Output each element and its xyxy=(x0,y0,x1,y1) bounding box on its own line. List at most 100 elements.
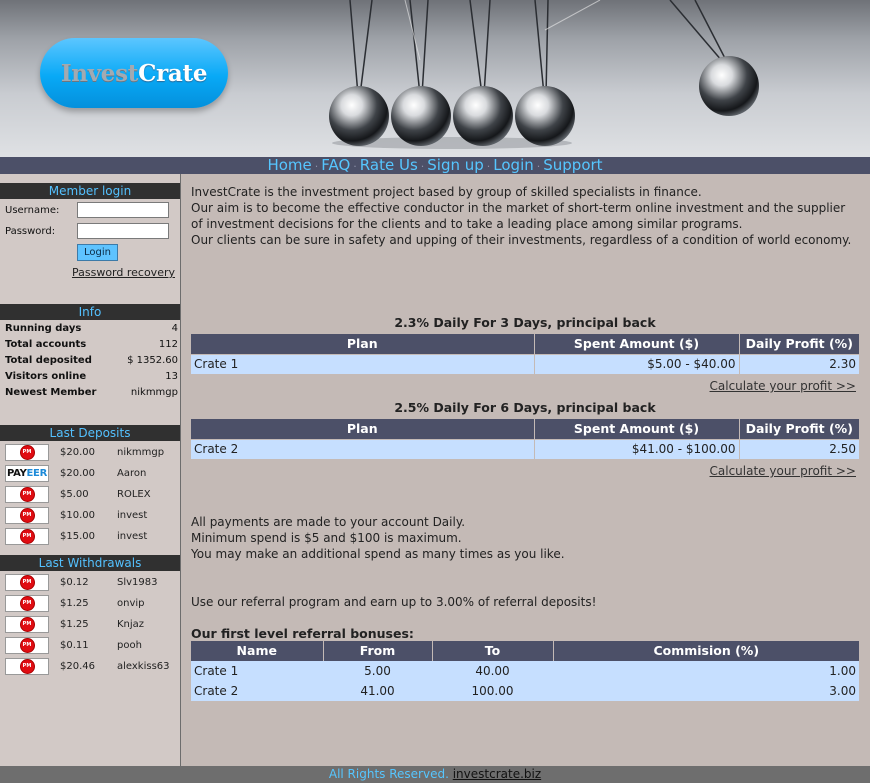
table-row: Crate 2 41.00 100.00 3.00 xyxy=(191,681,859,701)
info-value: $ 1352.60 xyxy=(127,355,178,366)
referral-title: Our first level referral bonuses: xyxy=(191,626,414,641)
withdrawal-row: PM $1.25 Knjaz xyxy=(5,616,180,637)
username-label: Username: xyxy=(5,205,60,216)
info-label: Visitors online xyxy=(5,371,87,382)
referral-to-cell: 100.00 xyxy=(432,681,553,701)
column-header: Commision (%) xyxy=(553,641,859,661)
payeer-icon: PAYEER xyxy=(5,465,49,482)
referral-name-cell: Crate 1 xyxy=(191,661,323,681)
nav-faq[interactable]: FAQ xyxy=(321,156,350,174)
info-row-running-days: Running days 4 xyxy=(5,321,178,337)
nav-support[interactable]: Support xyxy=(543,156,602,174)
info-row-total-deposited: Total deposited $ 1352.60 xyxy=(5,353,178,369)
plan-name-cell: Crate 2 xyxy=(191,438,535,459)
nav-separator: · xyxy=(536,160,541,173)
perfect-money-icon: PM xyxy=(5,616,49,633)
perfect-money-icon: PM xyxy=(5,528,49,545)
plan-name-cell: Crate 1 xyxy=(191,353,535,374)
perfect-money-icon: PM xyxy=(5,444,49,461)
nav-home[interactable]: Home xyxy=(267,156,311,174)
referral-table: Name From To Commision (%) Crate 1 5.00 … xyxy=(191,641,859,701)
payment-info-line: All payments are made to your account Da… xyxy=(191,515,466,529)
pm-badge: PM xyxy=(20,639,34,652)
intro-line: InvestCrate is the investment project ba… xyxy=(191,185,702,199)
logo-text-crate: Crate xyxy=(138,59,208,87)
info-value: 13 xyxy=(165,371,178,382)
nav-login[interactable]: Login xyxy=(493,156,533,174)
username-input[interactable] xyxy=(77,202,169,218)
referral-from-cell: 5.00 xyxy=(323,661,432,681)
deposit-row: PM $10.00 invest xyxy=(5,507,180,528)
deposit-amount: $20.00 xyxy=(60,468,95,479)
deposit-amount: $15.00 xyxy=(60,531,95,542)
calculate-profit-link[interactable]: Calculate your profit >> xyxy=(710,378,856,394)
login-button[interactable]: Login xyxy=(77,244,118,261)
top-navigation: Home · FAQ · Rate Us · Sign up · Login · Support xyxy=(0,157,870,174)
pm-badge: PM xyxy=(20,597,34,610)
plan-table-header: Plan Spent Amount ($) Daily Profit (%) xyxy=(191,419,859,439)
password-input[interactable] xyxy=(77,223,169,239)
deposit-user: ROLEX xyxy=(117,489,151,500)
footer-site-link[interactable]: investcrate.biz xyxy=(453,767,541,781)
calculate-profit-link[interactable]: Calculate your profit >> xyxy=(710,463,856,479)
nav-sign-up[interactable]: Sign up xyxy=(427,156,484,174)
footer-rights: All Rights Reserved. xyxy=(328,767,449,781)
info-value: nikmmgp xyxy=(130,387,178,398)
pm-badge: PM xyxy=(20,618,34,631)
member-login-heading: Member login xyxy=(0,183,180,199)
nav-separator: · xyxy=(420,160,425,173)
pm-badge: PM xyxy=(20,660,34,673)
plan-table: Plan Spent Amount ($) Daily Profit (%) C… xyxy=(191,334,859,374)
password-recovery-link[interactable]: Password recovery xyxy=(72,266,175,279)
deposit-amount: $10.00 xyxy=(60,510,95,521)
deposit-amount: $5.00 xyxy=(60,489,89,500)
deposit-user: invest xyxy=(117,510,148,521)
payment-info-line: Minimum spend is $5 and $100 is maximum. xyxy=(191,531,462,545)
amount-cell: $5.00 - $40.00 xyxy=(534,353,740,374)
referral-commission-cell: 3.00 xyxy=(553,681,859,701)
info-row-newest-member: Newest Member nikmmgp xyxy=(5,385,178,401)
perfect-money-icon: PM xyxy=(5,486,49,503)
withdrawal-amount: $1.25 xyxy=(60,598,89,609)
last-deposits-heading: Last Deposits xyxy=(0,425,180,441)
info-value: 4 xyxy=(171,323,178,334)
table-row: Crate 1 5.00 40.00 1.00 xyxy=(191,661,859,681)
info-label: Total accounts xyxy=(5,339,87,350)
perfect-money-icon: PM xyxy=(5,637,49,654)
perfect-money-icon: PM xyxy=(5,574,49,591)
payment-info: All payments are made to your account Da… xyxy=(191,514,859,562)
withdrawal-amount: $0.11 xyxy=(60,640,89,651)
referral-from-cell: 41.00 xyxy=(323,681,432,701)
info-heading: Info xyxy=(0,304,180,320)
plan-title: 2.5% Daily For 6 Days, principal back xyxy=(394,400,656,415)
table-row: Crate 1 $5.00 - $40.00 2.30 xyxy=(191,353,859,374)
withdrawal-row: PM $0.12 Slv1983 xyxy=(5,574,180,595)
deposit-row: PM $20.00 nikmmgp xyxy=(5,444,180,465)
plan-table-header: Plan Spent Amount ($) Daily Profit (%) xyxy=(191,334,859,354)
pm-badge: PM xyxy=(20,530,34,543)
column-header: Plan xyxy=(191,334,535,354)
investcrate-logo[interactable]: Invest Crate xyxy=(40,38,228,108)
profit-cell: 2.30 xyxy=(739,353,859,374)
info-label: Running days xyxy=(5,323,82,334)
column-header: Spent Amount ($) xyxy=(534,334,740,354)
column-header: To xyxy=(432,641,554,661)
payeer-wordmark: PAYEER xyxy=(6,468,47,479)
withdrawal-user: Slv1983 xyxy=(117,577,158,588)
info-row-total-accounts: Total accounts 112 xyxy=(5,337,178,353)
nav-rate-us[interactable]: Rate Us xyxy=(360,156,418,174)
footer: All Rights Reserved. investcrate.biz xyxy=(0,766,870,783)
withdrawal-amount: $20.46 xyxy=(60,661,95,672)
header-banner: Invest Crate xyxy=(0,0,870,157)
info-label: Newest Member xyxy=(5,387,97,398)
withdrawal-user: alexkiss63 xyxy=(117,661,170,672)
info-label: Total deposited xyxy=(5,355,92,366)
deposit-row: PM $5.00 ROLEX xyxy=(5,486,180,507)
withdrawal-user: onvip xyxy=(117,598,145,609)
intro-line: Our clients can be sure in safety and up… xyxy=(191,233,852,247)
deposit-user: invest xyxy=(117,531,148,542)
column-header: Daily Profit (%) xyxy=(739,419,859,439)
logo-text-invest: Invest xyxy=(60,59,139,87)
perfect-money-icon: PM xyxy=(5,658,49,675)
sidebar: Member login Username: Password: Login P… xyxy=(0,174,181,766)
